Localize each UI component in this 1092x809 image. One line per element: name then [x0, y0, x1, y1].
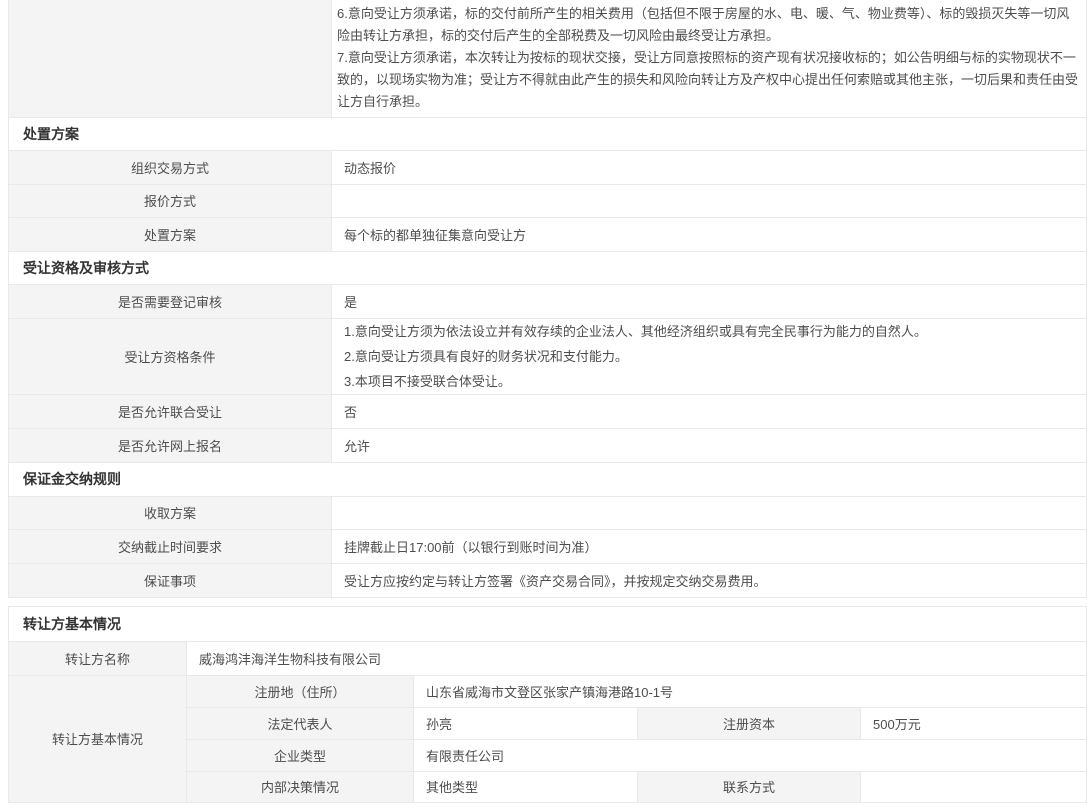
field-value-payment-deadline: 挂牌截止日17:00前（以银行到账时间为准） — [332, 529, 1087, 563]
field-value-enterprise-type: 有限责任公司 — [414, 739, 1087, 771]
table-row: 处置方案 — [9, 117, 1087, 150]
field-label-registered-capital: 注册资本 — [638, 707, 861, 739]
field-value-registered-capital: 500万元 — [861, 707, 1087, 739]
terms-item-6: 6.意向受让方须承诺，标的交付前所产生的相关费用（包括但不限于房屋的水、电、暖、… — [337, 3, 1082, 47]
field-value-legal-representative: 孙亮 — [414, 707, 638, 739]
transfer-terms-text-cell: 6.意向受让方须承诺，标的交付前所产生的相关费用（包括但不限于房屋的水、电、暖、… — [332, 0, 1087, 117]
table-row: 组织交易方式 动态报价 — [9, 150, 1087, 184]
field-value-allow-online-signup: 允许 — [332, 428, 1087, 462]
table-row: 6.意向受让方须承诺，标的交付前所产生的相关费用（包括但不限于房屋的水、电、暖、… — [9, 0, 1087, 117]
field-label-internal-decision: 内部决策情况 — [187, 771, 414, 802]
section-header-disposal-plan: 处置方案 — [9, 117, 1087, 150]
field-label-allow-joint-transfer: 是否允许联合受让 — [9, 394, 332, 428]
table-row: 是否允许联合受让 否 — [9, 394, 1087, 428]
table-row: 处置方案 每个标的都单独征集意向受让方 — [9, 217, 1087, 251]
field-label-allow-online-signup: 是否允许网上报名 — [9, 428, 332, 462]
field-label-disposal-plan: 处置方案 — [9, 217, 332, 251]
qualification-line-1: 1.意向受让方须为依法设立并有效存续的企业法人、其他经济组织或具有完全民事行为能… — [344, 319, 1074, 344]
listing-detail-table: 6.意向受让方须承诺，标的交付前所产生的相关费用（包括但不限于房屋的水、电、暖、… — [8, 0, 1087, 598]
field-value-transferor-name: 威海鸿沣海洋生物科技有限公司 — [187, 641, 1087, 675]
field-label-quote-method: 报价方式 — [9, 184, 332, 217]
table-row: 受让方资格条件 1.意向受让方须为依法设立并有效存续的企业法人、其他经济组织或具… — [9, 318, 1087, 394]
field-label-need-registration-review: 是否需要登记审核 — [9, 284, 332, 318]
field-value-need-registration-review: 是 — [332, 284, 1087, 318]
table-row: 交纳截止时间要求 挂牌截止日17:00前（以银行到账时间为准） — [9, 529, 1087, 563]
field-value-contact-method — [861, 771, 1087, 802]
terms-item-7: 7.意向受让方须承诺，本次转让为按标的现状交接，受让方同意按照标的资产现有状况接… — [337, 47, 1082, 113]
table-row: 报价方式 — [9, 184, 1087, 217]
table-row: 转让方基本情况 — [9, 606, 1087, 641]
qualification-line-2: 2.意向受让方须具有良好的财务状况和支付能力。 — [344, 344, 1074, 369]
section-header-transferor-info: 转让方基本情况 — [9, 606, 1087, 641]
asset-transfer-detail-page: 6.意向受让方须承诺，标的交付前所产生的相关费用（包括但不限于房屋的水、电、暖、… — [0, 0, 1092, 809]
field-label-contact-method: 联系方式 — [638, 771, 861, 802]
table-row: 是否需要登记审核 是 — [9, 284, 1087, 318]
table-row: 是否允许网上报名 允许 — [9, 428, 1087, 462]
field-value-allow-joint-transfer: 否 — [332, 394, 1087, 428]
field-label-legal-representative: 法定代表人 — [187, 707, 414, 739]
table-row: 保证金交纳规则 — [9, 462, 1087, 496]
field-label-collection-plan: 收取方案 — [9, 496, 332, 529]
qualification-line-3: 3.本项目不接受联合体受让。 — [344, 369, 1074, 394]
field-label-registered-address: 注册地（住所） — [187, 675, 414, 707]
field-label-transferee-qualification: 受让方资格条件 — [9, 318, 332, 394]
transferor-info-table: 转让方基本情况 转让方名称 威海鸿沣海洋生物科技有限公司 转让方基本情况 注册地… — [8, 606, 1087, 803]
terms-label-cell — [9, 0, 332, 117]
section-header-deposit-rules: 保证金交纳规则 — [9, 462, 1087, 496]
field-label-enterprise-type: 企业类型 — [187, 739, 414, 771]
field-label-transferor-name: 转让方名称 — [9, 641, 187, 675]
field-value-organize-trade-method: 动态报价 — [332, 150, 1087, 184]
field-value-registered-address: 山东省威海市文登区张家产镇海港路10-1号 — [414, 675, 1087, 707]
field-value-transferee-qualification: 1.意向受让方须为依法设立并有效存续的企业法人、其他经济组织或具有完全民事行为能… — [332, 318, 1087, 394]
field-value-disposal-plan: 每个标的都单独征集意向受让方 — [332, 217, 1087, 251]
table-row: 保证事项 受让方应按约定与转让方签署《资产交易合同》，并按规定交纳交易费用。 — [9, 563, 1087, 597]
field-value-guarantee-matters: 受让方应按约定与转让方签署《资产交易合同》，并按规定交纳交易费用。 — [332, 563, 1087, 597]
field-label-organize-trade-method: 组织交易方式 — [9, 150, 332, 184]
field-value-collection-plan — [332, 496, 1087, 529]
field-label-guarantee-matters: 保证事项 — [9, 563, 332, 597]
field-label-payment-deadline: 交纳截止时间要求 — [9, 529, 332, 563]
field-value-internal-decision: 其他类型 — [414, 771, 638, 802]
table-row: 收取方案 — [9, 496, 1087, 529]
field-label-transferor-basic-info: 转让方基本情况 — [9, 675, 187, 802]
table-row: 受让资格及审核方式 — [9, 251, 1087, 284]
section-header-transferee-qualification: 受让资格及审核方式 — [9, 251, 1087, 284]
field-value-quote-method — [332, 184, 1087, 217]
table-row: 转让方名称 威海鸿沣海洋生物科技有限公司 — [9, 641, 1087, 675]
table-row: 转让方基本情况 注册地（住所） 山东省威海市文登区张家产镇海港路10-1号 — [9, 675, 1087, 707]
